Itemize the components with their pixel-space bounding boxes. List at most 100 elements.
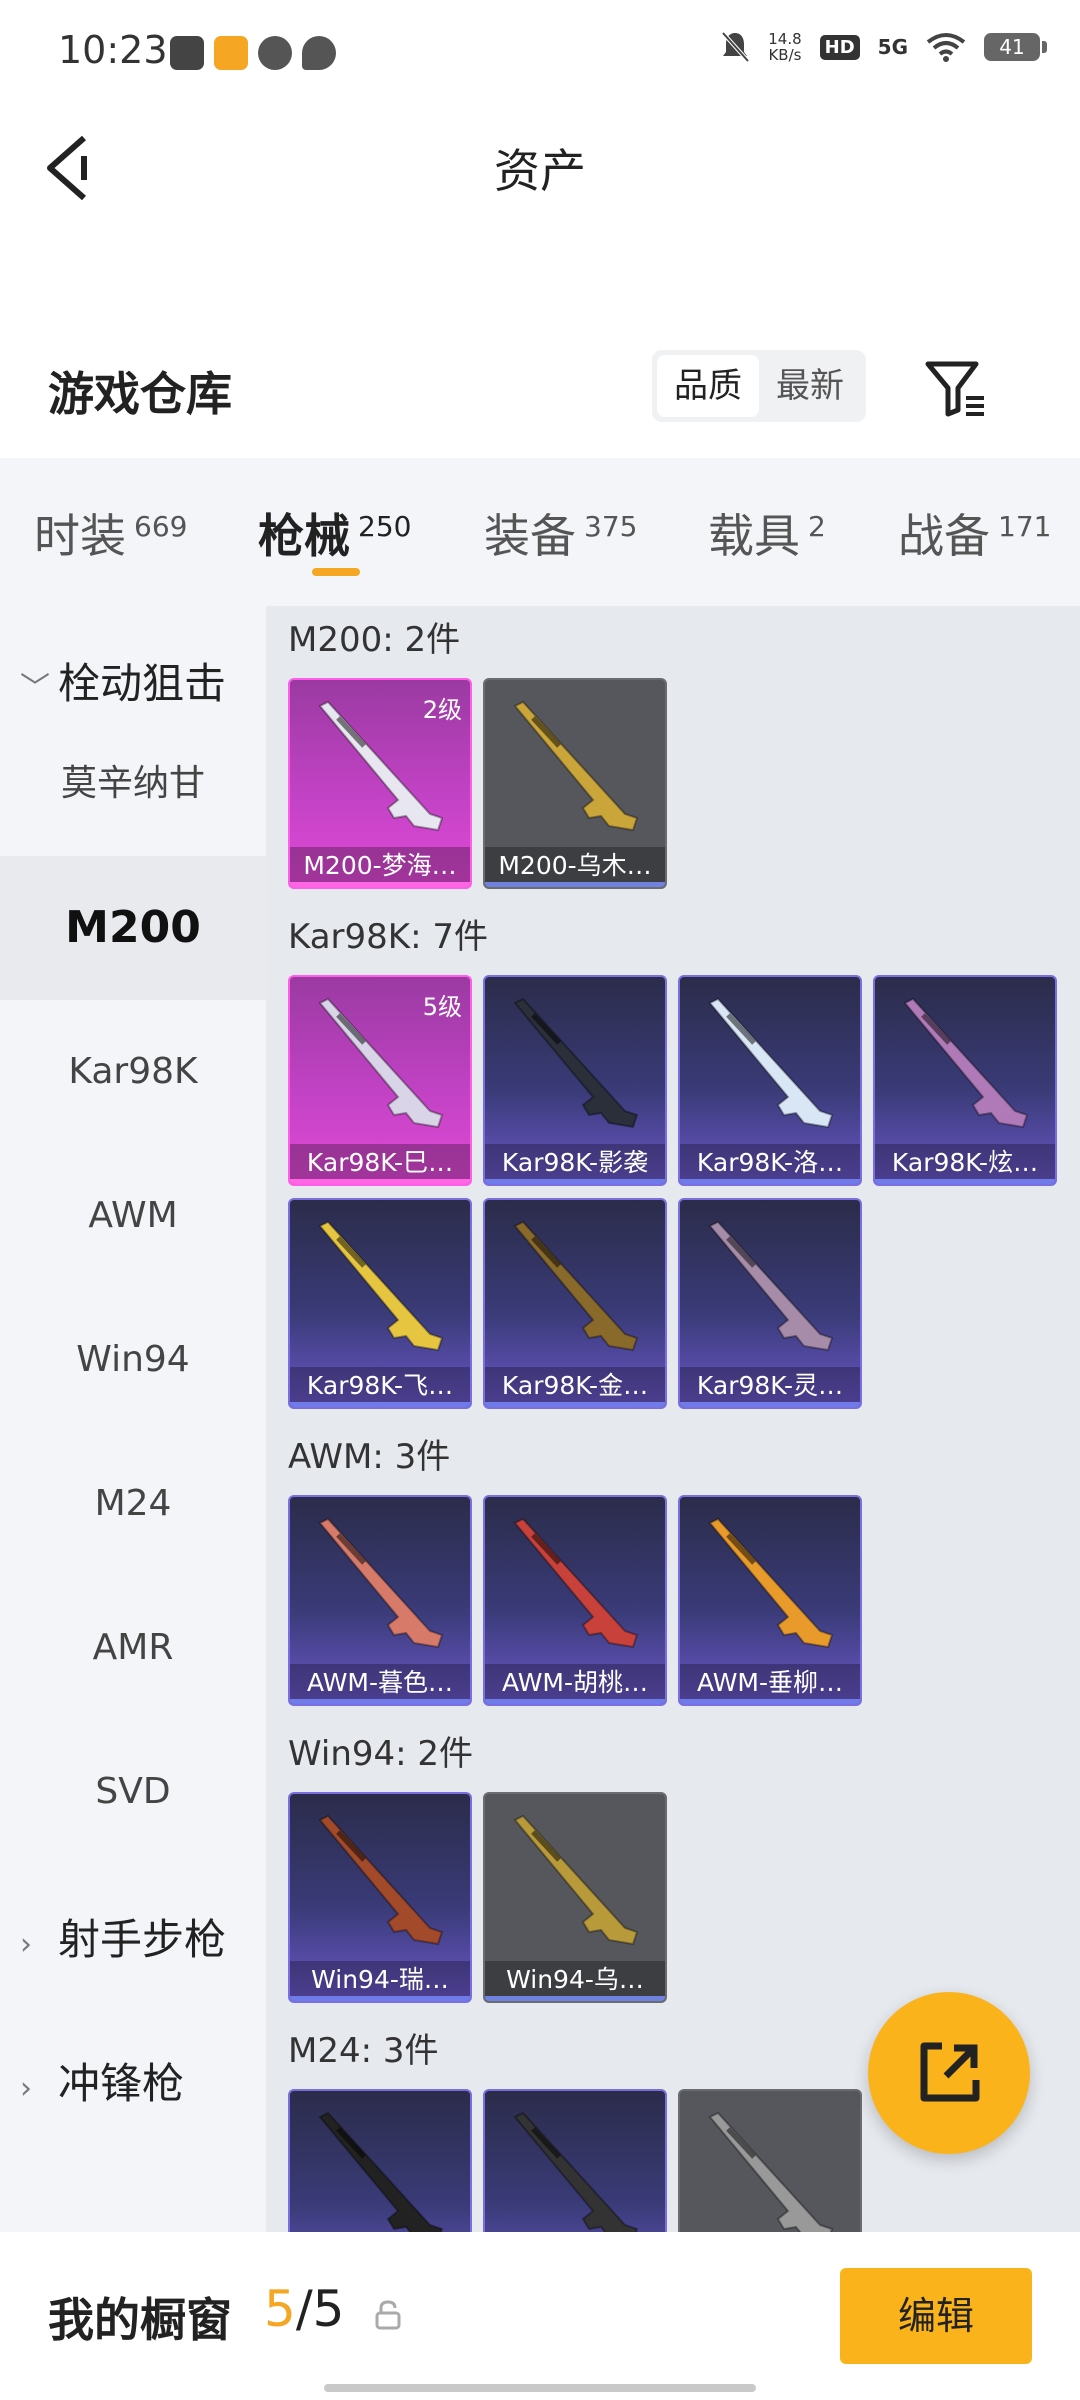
rifle-icon: [513, 700, 639, 832]
warehouse-title: 游戏仓库: [48, 367, 232, 421]
section-title: M200: 2件: [288, 620, 461, 660]
tab-fashion[interactable]: 时装 669: [34, 500, 187, 566]
sort-quality-option[interactable]: 品质: [657, 355, 759, 417]
weapon-card[interactable]: Kar98K-灵…: [678, 1198, 862, 1409]
tab-gear[interactable]: 战备 171: [898, 500, 1051, 566]
chat-notification-icon: [302, 36, 336, 70]
rarity-bar: [680, 1179, 860, 1184]
weapon-card[interactable]: Kar98K-飞…: [288, 1198, 472, 1409]
rarity-bar: [485, 1699, 665, 1704]
rifle-icon: [318, 1220, 444, 1352]
showcase-count: 5/5: [264, 2280, 345, 2338]
sidebar-item-svd[interactable]: SVD: [0, 1720, 266, 1864]
rifle-icon: [513, 1517, 639, 1649]
weapon-sidebar: ﹀ 栓动狙击 莫辛纳甘 M200 Kar98K AWM Win94 M24 AMR…: [0, 606, 266, 2232]
app-notification-icon: [258, 36, 292, 70]
weapon-name: Win94-瑞…: [290, 1961, 470, 2001]
weapon-card[interactable]: [678, 2089, 862, 2232]
section-title: M24: 3件: [288, 2031, 439, 2071]
sidebar-item-amr[interactable]: AMR: [0, 1576, 266, 1720]
sidebar-item-awm[interactable]: AWM: [0, 1144, 266, 1288]
app-notification-icon: [170, 36, 204, 70]
sidebar-group-smg[interactable]: › 冲锋枪: [20, 2050, 184, 2111]
weapon-card[interactable]: AWM-暮色…: [288, 1495, 472, 1706]
weapon-card[interactable]: 2级 M200-梦海…: [288, 678, 472, 889]
weapon-card[interactable]: [483, 2089, 667, 2232]
sidebar-item-m200[interactable]: M200: [0, 856, 266, 1000]
rarity-bar: [290, 882, 470, 887]
rifle-icon: [513, 2111, 639, 2232]
battery-icon: 41: [984, 33, 1047, 61]
rifle-icon: [708, 2111, 834, 2232]
weapon-name: Kar98K-洛…: [680, 1144, 860, 1184]
tab-indicator: [312, 568, 360, 576]
app-notification-icon: [214, 36, 248, 70]
weapon-name: Kar98K-炫…: [875, 1144, 1055, 1184]
status-bar: 10:23 14.8 KB/s HD 5G 41: [0, 0, 1080, 110]
weapon-card[interactable]: Kar98K-洛…: [678, 975, 862, 1186]
rifle-icon: [513, 1220, 639, 1352]
tab-firearms[interactable]: 枪械 250: [258, 500, 411, 566]
weapon-card[interactable]: M200-乌木…: [483, 678, 667, 889]
lock-icon: [375, 2300, 401, 2330]
chevron-right-icon: ›: [20, 1927, 32, 1962]
weapon-name: Kar98K-影袭: [485, 1144, 665, 1184]
weapon-name: Kar98K-飞…: [290, 1367, 470, 1407]
share-icon: [920, 2042, 980, 2102]
rarity-bar: [485, 1996, 665, 2001]
sort-newest-option[interactable]: 最新: [759, 355, 861, 417]
weapon-card[interactable]: 5级 Kar98K-巳…: [288, 975, 472, 1186]
weapon-card[interactable]: Kar98K-金…: [483, 1198, 667, 1409]
weapon-name: Win94-乌…: [485, 1961, 665, 2001]
rifle-icon: [513, 997, 639, 1129]
sidebar-item-m24[interactable]: M24: [0, 1432, 266, 1576]
sidebar-item-kar98k[interactable]: Kar98K: [0, 1000, 266, 1144]
status-time: 10:23: [58, 28, 168, 72]
section-title: Win94: 2件: [288, 1734, 474, 1774]
sidebar-item-win94[interactable]: Win94: [0, 1288, 266, 1432]
mute-icon: [721, 31, 750, 63]
section-title: Kar98K: 7件: [288, 917, 488, 957]
filter-icon: [925, 361, 984, 417]
rifle-icon: [708, 997, 834, 1129]
wifi-icon: [926, 33, 966, 62]
weapon-name: M200-乌木…: [485, 847, 665, 887]
weapon-grid: M200: 2件 2级 M200-梦海… M200-乌木… Kar98K: 7件 5级 Ka…: [266, 606, 1080, 2232]
weapon-card[interactable]: Win94-瑞…: [288, 1792, 472, 2003]
weapon-card[interactable]: Kar98K-影袭: [483, 975, 667, 1186]
home-indicator[interactable]: [324, 2384, 756, 2392]
sidebar-item-mosin[interactable]: 莫辛纳甘: [0, 712, 266, 856]
section-title: AWM: 3件: [288, 1437, 451, 1477]
sidebar-group-bolt-action[interactable]: ﹀ 栓动狙击: [20, 650, 226, 711]
signal-5g-icon: 5G: [877, 35, 908, 59]
rarity-bar: [290, 1179, 470, 1184]
weapon-card[interactable]: AWM-垂柳…: [678, 1495, 862, 1706]
share-fab[interactable]: [868, 1992, 1030, 2154]
network-speed: 14.8 KB/s: [768, 30, 802, 64]
weapon-card[interactable]: AWM-胡桃…: [483, 1495, 667, 1706]
weapon-card[interactable]: Kar98K-炫…: [873, 975, 1057, 1186]
weapon-name: M200-梦海…: [290, 847, 470, 887]
weapon-name: AWM-胡桃…: [485, 1664, 665, 1704]
category-tabs: 时装 669 枪械 250 装备 375 载具 2 战备 171: [0, 458, 1080, 606]
filter-button[interactable]: [922, 356, 988, 422]
showcase-title: 我的橱窗: [48, 2293, 232, 2347]
rifle-icon: [318, 1814, 444, 1946]
chevron-right-icon: ›: [20, 2071, 32, 2106]
weapon-card[interactable]: [288, 2089, 472, 2232]
level-badge: 5级: [422, 993, 462, 1021]
tab-vehicles[interactable]: 载具 2: [708, 500, 826, 566]
hd-icon: HD: [819, 34, 860, 60]
rarity-bar: [290, 1996, 470, 2001]
edit-button[interactable]: 编辑: [840, 2268, 1032, 2364]
rifle-icon: [318, 1517, 444, 1649]
rifle-icon: [708, 1220, 834, 1352]
sidebar-group-marksman[interactable]: › 射手步枪: [20, 1906, 226, 1967]
tab-equipment[interactable]: 装备 375: [484, 500, 637, 566]
weapon-name: Kar98K-巳…: [290, 1144, 470, 1184]
rarity-bar: [485, 1402, 665, 1407]
sort-toggle: 品质 最新: [652, 350, 866, 422]
weapon-card[interactable]: Win94-乌…: [483, 1792, 667, 2003]
page-title: 资产: [494, 144, 586, 198]
rarity-bar: [485, 882, 665, 887]
